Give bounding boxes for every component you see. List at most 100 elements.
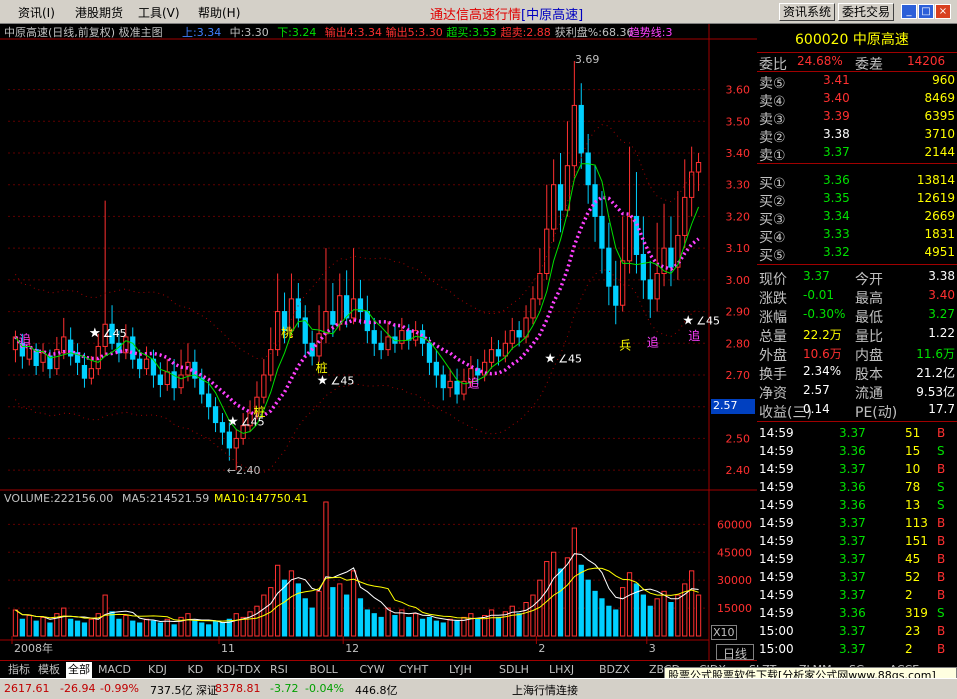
info-system-button[interactable]: 资讯系统 (779, 3, 836, 21)
volume-bar (357, 598, 364, 637)
indicator-tab-rsi[interactable]: RSI (268, 662, 290, 678)
period-day-tab[interactable]: 日线 (716, 644, 754, 661)
indicator-tab-bdzx[interactable]: BDZX (597, 662, 632, 678)
low-price-label: ←2.40 (227, 464, 261, 477)
volume-bar (675, 594, 681, 637)
candle-body (551, 184, 557, 230)
kline-chart[interactable]: 2.402.502.602.702.802.903.003.103.203.30… (0, 24, 757, 660)
candle-body (654, 273, 660, 300)
candle-body (40, 352, 46, 363)
ask-price: 3.37 (823, 145, 850, 159)
tick-volume: 45 (905, 552, 921, 566)
candle-body (668, 247, 674, 268)
ask-volume: 6395 (924, 109, 955, 123)
signal-label: 追 (647, 334, 659, 349)
bid-price: 3.36 (823, 173, 850, 187)
stat-label: 量比 (855, 329, 883, 345)
indicator-tab-macd[interactable]: MACD (96, 662, 133, 678)
tick-volume: 52 (905, 570, 921, 584)
signal-label: 追 (467, 376, 479, 391)
tick-price: 3.37 (839, 588, 866, 602)
stock-name: 中原高速 (852, 32, 909, 48)
indicator-tab-kd[interactable]: KD (186, 662, 206, 678)
tick-side: B (937, 426, 946, 440)
volume-bar (392, 615, 398, 637)
indicator-tab-kdj[interactable]: KDJ (146, 662, 169, 678)
high-price-label: 3.69 (575, 53, 600, 66)
volume-bar (240, 616, 246, 637)
menu-help[interactable]: 帮助(H) (198, 4, 240, 21)
volume-bar (295, 583, 301, 637)
indicator-tab-指标[interactable]: 指标 (6, 662, 32, 678)
sh-pct: -0.99% (100, 682, 139, 695)
indicator-tab-cyw[interactable]: CYW (358, 662, 387, 678)
stock-code-name: 600020 中原高速 (757, 24, 957, 52)
tick-volume: 319 (905, 606, 928, 620)
minimize-icon[interactable]: _ (901, 4, 917, 19)
menu-tools[interactable]: 工具(V) (138, 4, 180, 21)
maximize-icon[interactable]: □ (918, 4, 934, 19)
indicator-tab-模板[interactable]: 模板 (36, 662, 62, 678)
close-icon[interactable]: × (935, 4, 951, 19)
trade-tick-row: 14:59 3.37 45 B (757, 551, 957, 569)
candle-body (406, 330, 412, 341)
price-tick-label: 3.10 (726, 242, 751, 255)
indicator-tab-boll[interactable]: BOLL (308, 662, 340, 678)
ask-volume: 960 (932, 73, 955, 87)
indicator-tab-lhxj[interactable]: LHXJ (547, 662, 576, 678)
volume-scale-x10[interactable]: X10 (711, 625, 737, 640)
menu-hk-futures[interactable]: 港股期货 (75, 4, 123, 21)
sh-index: 2617.61 (4, 682, 50, 695)
price-tick-label: 3.50 (726, 115, 751, 128)
sz-amount: 446.8亿 (355, 684, 398, 697)
ask-price: 3.38 (823, 127, 850, 141)
angle-label: ∠45 (331, 375, 355, 388)
candle-body (219, 422, 226, 433)
date-label: 12 (345, 642, 359, 655)
volume-bar (212, 620, 219, 637)
trade-tick-row: 14:59 3.37 10 B (757, 461, 957, 479)
ask-price: 3.39 (823, 109, 850, 123)
signal-label: 追 (688, 328, 700, 343)
candle-body (233, 437, 239, 449)
trade-tick-row: 14:59 3.36 13 S (757, 497, 957, 515)
volume-bar (399, 609, 405, 637)
tick-side: B (937, 462, 946, 476)
tick-time: 14:59 (759, 534, 794, 548)
stat-value: 22.2万 (803, 328, 842, 342)
indicator-tab-全部[interactable]: 全部 (66, 662, 92, 678)
bid-price: 3.35 (823, 191, 850, 205)
trade-button[interactable]: 委托交易 (838, 3, 895, 21)
stat-label: 最低 (855, 310, 883, 326)
volume-bar (185, 613, 191, 637)
trade-tick-row: 14:59 3.37 113 B (757, 515, 957, 533)
star-icon: ★ (89, 326, 101, 341)
chart-header-item: 超买:3.53 (446, 25, 496, 39)
menu-info[interactable]: 资讯(I) (18, 4, 55, 21)
sh-change: -26.94 (60, 682, 96, 695)
candle-body (81, 364, 88, 379)
tick-time: 14:59 (759, 498, 794, 512)
volume-bar (440, 622, 446, 637)
tick-volume: 78 (905, 480, 921, 494)
price-tick-label: 3.60 (726, 84, 751, 97)
indicator-tab-lyjh[interactable]: LYJH (447, 662, 474, 678)
trade-tick-row: 15:00 3.37 23 B (757, 623, 957, 641)
indicator-tab-sdlh[interactable]: SDLH (497, 662, 531, 678)
indicator-tab-kdj-tdx[interactable]: KDJ-TDX (215, 662, 263, 678)
bid-price: 3.33 (823, 227, 850, 241)
ask-volume: 2144 (924, 145, 955, 159)
volume-bar (564, 557, 571, 637)
volume-bar (316, 590, 322, 637)
volume-bar (81, 622, 88, 637)
indicator-tab-cyht[interactable]: CYHT (397, 662, 430, 678)
star-icon: ★ (227, 415, 239, 430)
tick-price: 3.37 (839, 642, 866, 656)
stat-row: 总量 22.2万 量比 1.22 (757, 325, 957, 345)
volume-bar (413, 613, 419, 637)
price-tick-label: 2.80 (726, 337, 751, 350)
stat-row: 换手 2.34% 股本 21.2亿 (757, 363, 957, 383)
volume-bar (88, 618, 94, 637)
tick-volume: 151 (905, 534, 928, 548)
volume-bar (571, 527, 577, 637)
